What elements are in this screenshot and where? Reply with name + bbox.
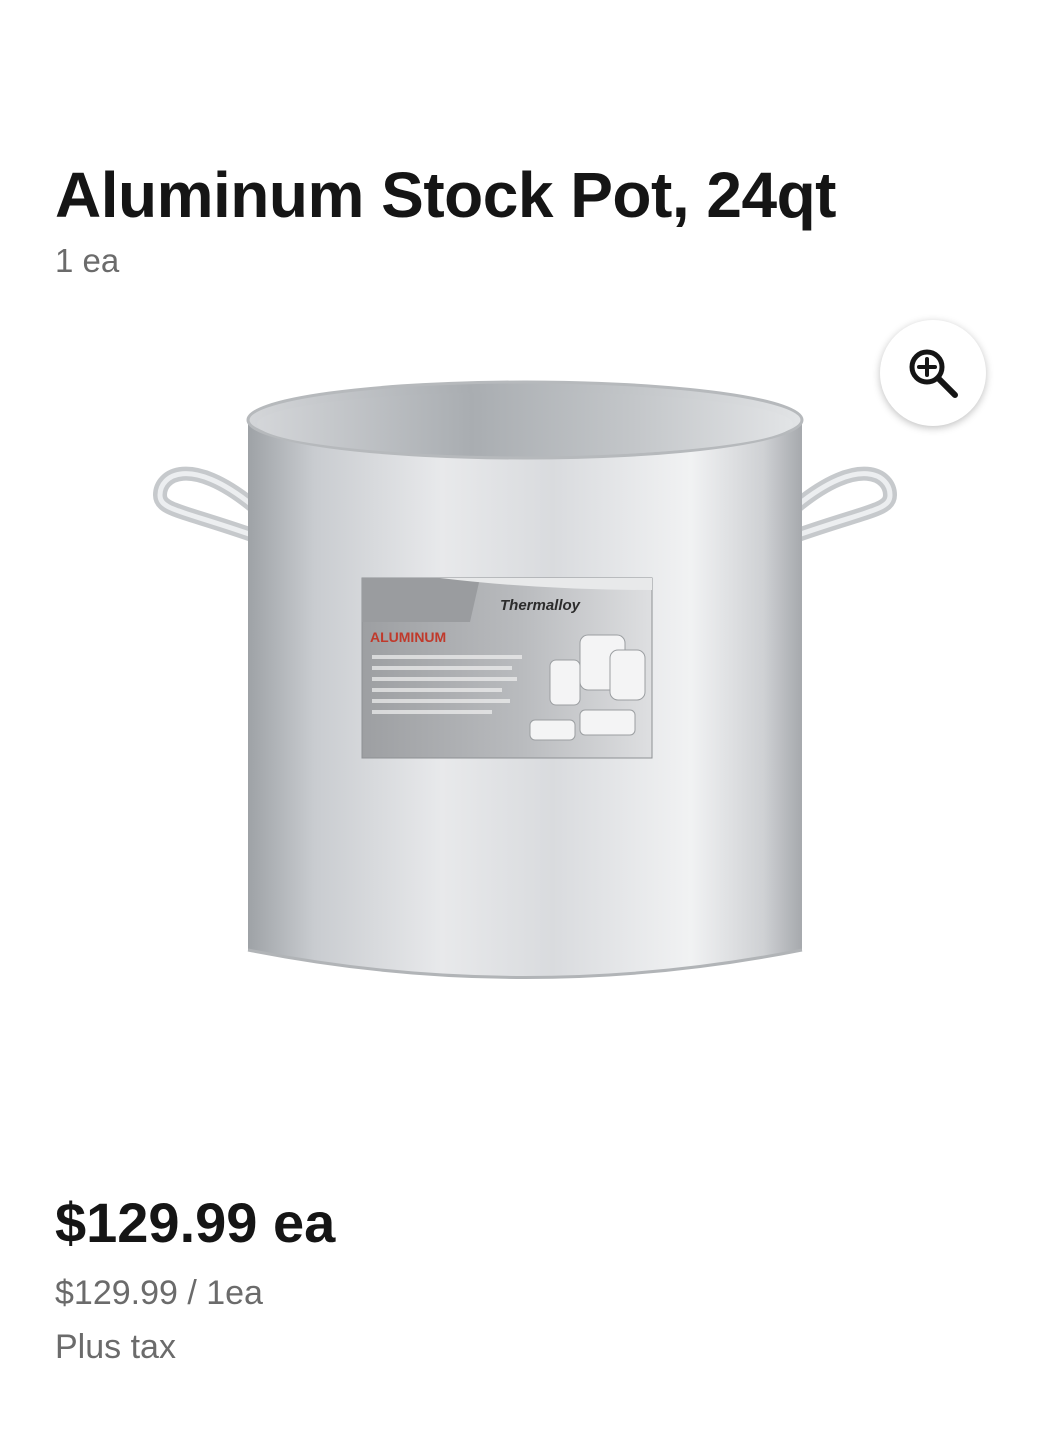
stock-pot-illustration: Thermalloy ALUMINUM bbox=[152, 380, 898, 979]
product-image[interactable]: Thermalloy ALUMINUM bbox=[140, 360, 910, 1000]
zoom-button[interactable] bbox=[880, 320, 986, 426]
tax-note: Plus tax bbox=[55, 1328, 176, 1366]
product-title: Aluminum Stock Pot, 24qt bbox=[55, 159, 836, 231]
label-material: ALUMINUM bbox=[370, 629, 446, 645]
zoom-in-icon bbox=[909, 349, 958, 398]
product-label: Thermalloy ALUMINUM bbox=[361, 577, 653, 759]
price: $129.99 ea bbox=[55, 1191, 336, 1254]
product-size: 1 ea bbox=[55, 242, 120, 279]
label-brand: Thermalloy bbox=[500, 597, 581, 614]
unit-price: $129.99 / 1ea bbox=[55, 1274, 263, 1312]
